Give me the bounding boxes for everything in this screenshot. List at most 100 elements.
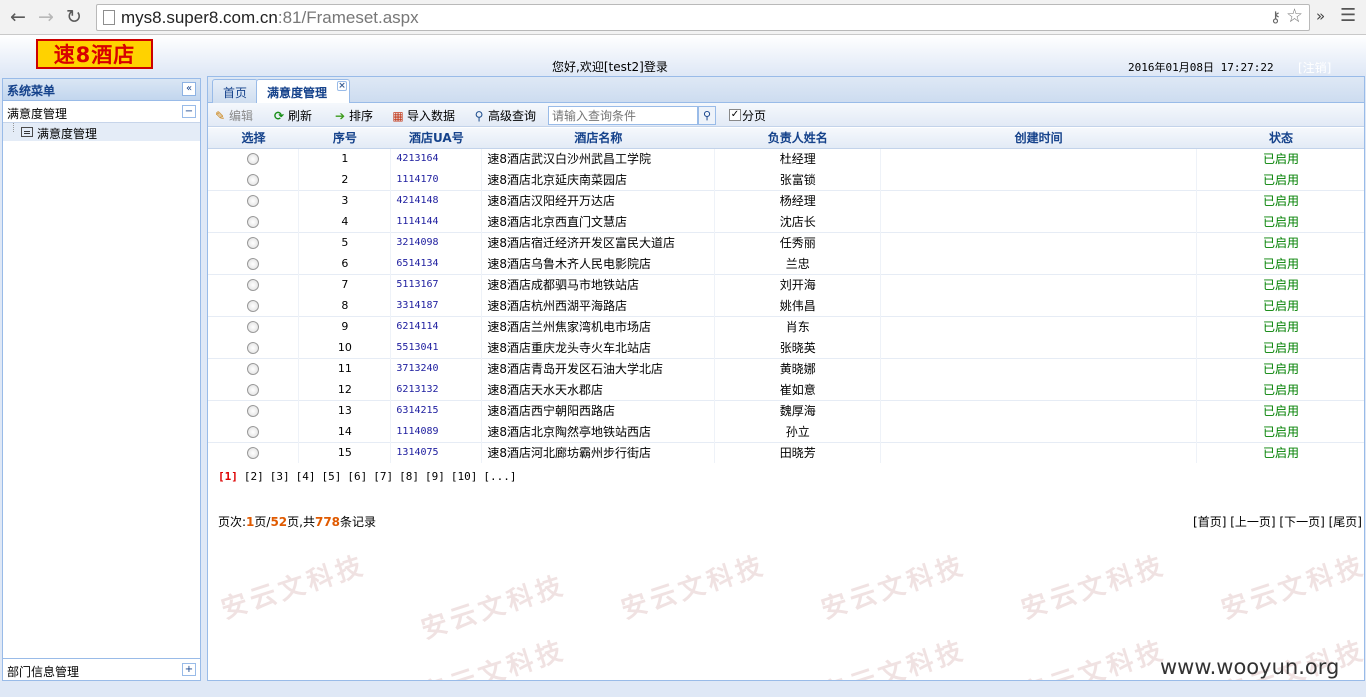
last-page-link[interactable]: [尾页] <box>1329 515 1362 529</box>
sidebar-item-satisfaction[interactable]: 满意度管理 <box>3 123 200 141</box>
cell-code: 4214148 <box>390 189 483 211</box>
row-select-cell[interactable] <box>208 211 300 232</box>
reload-icon[interactable]: ↻ <box>62 5 86 29</box>
plus-icon[interactable]: + <box>182 663 196 676</box>
col-header-ua[interactable]: 酒店UA号 <box>390 128 482 149</box>
table-row[interactable]: 6 6514134 速8酒店乌鲁木齐人民电影院店 兰忠 已启用 <box>208 253 1364 274</box>
row-radio-button[interactable] <box>247 195 260 208</box>
row-select-cell[interactable] <box>208 273 300 295</box>
table-row[interactable]: 4 1114144 速8酒店北京西直门文慧店 沈店长 已启用 <box>208 211 1364 232</box>
next-page-link[interactable]: [下一页] <box>1279 515 1324 529</box>
table-row[interactable]: 12 6213132 速8酒店天水天水郡店 崔如意 已启用 <box>208 379 1364 400</box>
page-link[interactable]: [2] <box>244 470 264 483</box>
row-select-cell[interactable] <box>208 441 300 463</box>
table-row[interactable]: 3 4214148 速8酒店汉阳经开万达店 杨经理 已启用 <box>208 189 1364 211</box>
page-link[interactable]: [3] <box>270 470 290 483</box>
table-row[interactable]: 14 1114089 速8酒店北京陶然亭地铁站西店 孙立 已启用 <box>208 421 1364 442</box>
table-row[interactable]: 7 5113167 速8酒店成都驷马市地铁站店 刘开海 已启用 <box>208 273 1364 295</box>
col-header-hotel-name[interactable]: 酒店名称 <box>481 128 715 149</box>
key-icon[interactable]: ⚷ <box>1270 8 1281 26</box>
row-radio-button[interactable] <box>247 363 260 376</box>
search-input[interactable] <box>548 106 698 125</box>
row-select-cell[interactable] <box>208 379 300 400</box>
col-header-created[interactable]: 创建时间 <box>880 128 1197 149</box>
row-radio-button[interactable] <box>247 257 260 270</box>
accordion-satisfaction[interactable]: 满意度管理 − <box>3 101 200 123</box>
advanced-search-button[interactable]: ⚲ 高级查询 <box>472 107 536 124</box>
prev-page-link[interactable]: [上一页] <box>1230 515 1275 529</box>
col-header-manager[interactable]: 负责人姓名 <box>714 128 881 149</box>
row-radio-button[interactable] <box>247 447 260 460</box>
cell-created <box>880 231 1198 253</box>
refresh-button[interactable]: ⟳ 刷新 <box>272 107 312 124</box>
table-row[interactable]: 13 6314215 速8酒店西宁朝阳西路店 魏厚海 已启用 <box>208 399 1364 421</box>
row-select-cell[interactable] <box>208 315 300 337</box>
row-select-cell[interactable] <box>208 189 300 211</box>
col-header-no[interactable]: 序号 <box>298 128 391 149</box>
minus-icon[interactable]: − <box>182 105 196 118</box>
page-link[interactable]: [8] <box>399 470 419 483</box>
tab-home[interactable]: 首页 <box>212 79 259 103</box>
row-radio-button[interactable] <box>247 279 260 292</box>
page-link[interactable]: [6] <box>347 470 367 483</box>
first-page-link[interactable]: [首页] <box>1193 515 1226 529</box>
row-radio-button[interactable] <box>247 405 260 418</box>
col-header-status[interactable]: 状态 <box>1196 128 1364 149</box>
close-tab-icon[interactable]: × <box>337 81 348 91</box>
page-link[interactable]: [7] <box>373 470 393 483</box>
row-radio-button[interactable] <box>247 383 260 396</box>
row-select-cell[interactable] <box>208 357 300 379</box>
row-radio-button[interactable] <box>247 215 260 228</box>
page-link[interactable]: [9] <box>425 470 445 483</box>
table-row[interactable]: 1 4213164 速8酒店武汉白沙州武昌工学院 杜经理 已启用 <box>208 147 1364 169</box>
row-select-cell[interactable] <box>208 253 300 274</box>
row-select-cell[interactable] <box>208 169 300 190</box>
table-row[interactable]: 10 5513041 速8酒店重庆龙头寺火车北站店 张晓英 已启用 <box>208 337 1364 358</box>
page-link[interactable]: [10] <box>451 470 478 483</box>
table-row[interactable]: 5 3214098 速8酒店宿迁经济开发区富民大道店 任秀丽 已启用 <box>208 231 1364 253</box>
edit-icon: ✎ <box>214 108 226 123</box>
row-radio-button[interactable] <box>247 237 260 250</box>
forward-icon[interactable]: → <box>34 5 58 29</box>
collapse-sidebar-icon[interactable]: « <box>182 82 196 96</box>
table-row[interactable]: 9 6214114 速8酒店兰州焦家湾机电市场店 肖东 已启用 <box>208 315 1364 337</box>
row-radio-button[interactable] <box>247 153 260 166</box>
row-select-cell[interactable] <box>208 421 300 442</box>
table-row[interactable]: 15 1314075 速8酒店河北廊坊霸州步行街店 田晓芳 已启用 <box>208 441 1364 463</box>
table-row[interactable]: 2 1114170 速8酒店北京延庆南菜园店 张富锁 已启用 <box>208 169 1364 190</box>
col-header-select[interactable]: 选择 <box>208 128 299 149</box>
datetime-text: 2016年01月08日 17:27:22 <box>1128 61 1274 74</box>
edit-button[interactable]: ✎ 编辑 <box>213 107 253 124</box>
row-radio-button[interactable] <box>247 173 260 186</box>
tab-satisfaction[interactable]: 满意度管理 × <box>256 79 351 104</box>
accordion-department[interactable]: 部门信息管理 + <box>3 658 200 680</box>
row-select-cell[interactable] <box>208 147 300 169</box>
back-icon[interactable]: ← <box>6 5 30 29</box>
extensions-chevron-icon[interactable]: » <box>1316 7 1325 25</box>
page-link[interactable]: [1] <box>218 470 238 483</box>
page-link[interactable]: [...] <box>483 470 516 483</box>
row-select-cell[interactable] <box>208 337 300 358</box>
search-icon[interactable]: ⚲ <box>698 106 716 125</box>
cell-code: 1314075 <box>390 441 483 463</box>
row-select-cell[interactable] <box>208 399 300 421</box>
bookmark-star-icon[interactable]: ☆ <box>1286 5 1303 27</box>
paging-checkbox[interactable]: ✓ <box>729 109 741 121</box>
sort-button[interactable]: ➔ 排序 <box>333 107 373 124</box>
page-link[interactable]: [4] <box>296 470 316 483</box>
row-radio-button[interactable] <box>247 341 260 354</box>
address-bar[interactable]: mys8.super8.com.cn:81/Frameset.aspx ⚷ ☆ <box>96 4 1310 31</box>
table-row[interactable]: 11 3713240 速8酒店青岛开发区石油大学北店 黄晓娜 已启用 <box>208 357 1364 379</box>
row-radio-button[interactable] <box>247 299 260 312</box>
table-row[interactable]: 8 3314187 速8酒店杭州西湖平海路店 姚伟昌 已启用 <box>208 295 1364 316</box>
cell-name: 速8酒店汉阳经开万达店 <box>481 189 716 211</box>
import-button[interactable]: ▦ 导入数据 <box>391 107 455 124</box>
row-select-cell[interactable] <box>208 231 300 253</box>
logout-link[interactable]: [注销] <box>1298 59 1331 76</box>
page-link[interactable]: [5] <box>322 470 342 483</box>
browser-menu-icon[interactable]: ☰ <box>1340 5 1356 26</box>
row-select-cell[interactable] <box>208 295 300 316</box>
row-radio-button[interactable] <box>247 321 260 334</box>
row-radio-button[interactable] <box>247 425 260 438</box>
cell-code: 1114170 <box>390 169 483 190</box>
